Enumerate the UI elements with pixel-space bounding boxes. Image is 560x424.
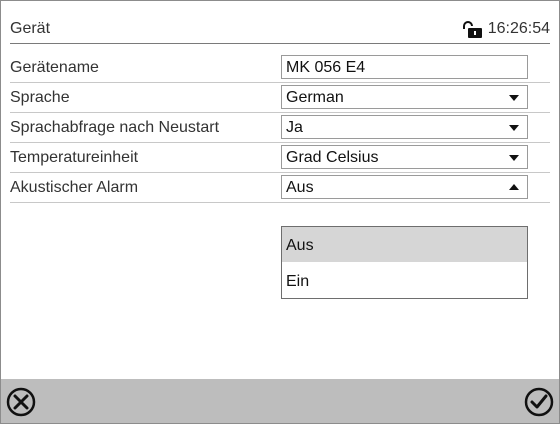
geraetename-label: Gerätename xyxy=(10,59,99,76)
clock-display: 16:26:54 xyxy=(487,20,550,37)
cancel-button[interactable] xyxy=(5,386,37,418)
option-ein[interactable]: Ein xyxy=(282,263,527,298)
temperatureinheit-label: Temperatureinheit xyxy=(10,149,139,166)
sprache-value: German xyxy=(286,89,344,106)
row-sprachabfrage: Sprachabfrage nach Neustart Ja xyxy=(10,113,550,143)
unlocked-padlock-icon xyxy=(463,21,482,38)
header-bar: Gerät 16:26:54 xyxy=(10,9,550,44)
akustischer-alarm-options: Aus Ein xyxy=(281,226,528,299)
option-aus[interactable]: Aus xyxy=(282,227,527,262)
option-aus-label: Aus xyxy=(286,237,314,254)
page-title: Gerät xyxy=(10,20,51,37)
geraetename-value: MK 056 E4 xyxy=(286,59,366,76)
akustischer-alarm-label: Akustischer Alarm xyxy=(10,179,139,196)
akustischer-alarm-select[interactable]: Aus xyxy=(281,175,528,199)
chevron-down-icon xyxy=(509,155,519,161)
confirm-button[interactable] xyxy=(523,386,555,418)
sprachabfrage-value: Ja xyxy=(286,119,303,136)
sprachabfrage-label: Sprachabfrage nach Neustart xyxy=(10,119,220,136)
row-geraetename: Gerätename MK 056 E4 xyxy=(10,53,550,83)
row-temperatureinheit: Temperatureinheit Grad Celsius xyxy=(10,143,550,173)
device-settings-window: Gerät 16:26:54 Gerätename MK 056 E4 Spra… xyxy=(0,0,560,424)
sprachabfrage-select[interactable]: Ja xyxy=(281,115,528,139)
temperatureinheit-value: Grad Celsius xyxy=(286,149,379,166)
chevron-up-icon xyxy=(509,184,519,190)
footer-bar xyxy=(1,379,559,423)
chevron-down-icon xyxy=(509,125,519,131)
row-sprache: Sprache German xyxy=(10,83,550,113)
geraetename-input[interactable]: MK 056 E4 xyxy=(281,55,528,79)
option-ein-label: Ein xyxy=(286,273,310,290)
akustischer-alarm-value: Aus xyxy=(286,179,314,196)
sprache-select[interactable]: German xyxy=(281,85,528,109)
row-akustischer-alarm: Akustischer Alarm Aus xyxy=(10,173,550,203)
sprache-label: Sprache xyxy=(10,89,70,106)
temperatureinheit-select[interactable]: Grad Celsius xyxy=(281,145,528,169)
chevron-down-icon xyxy=(509,95,519,101)
